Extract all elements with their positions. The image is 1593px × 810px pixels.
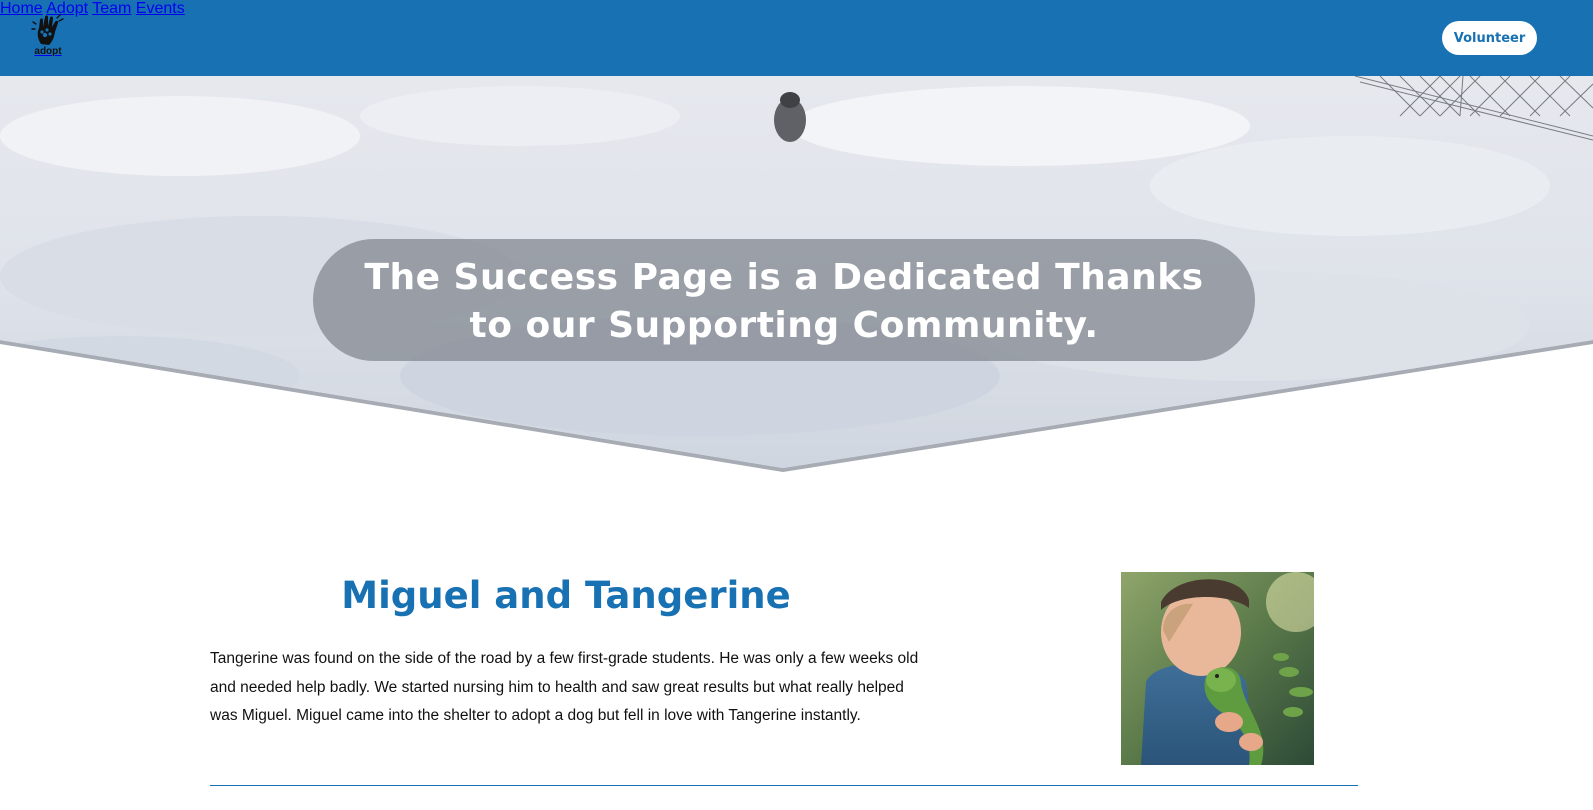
- logo-text: adopt: [34, 46, 62, 57]
- nav-team[interactable]: Team: [92, 0, 131, 17]
- hero-title-line-2: to our Supporting Community.: [469, 305, 1099, 346]
- hand-paw-logo-icon: [31, 14, 64, 45]
- volunteer-button[interactable]: Volunteer: [1442, 21, 1537, 55]
- hero-banner: The Success Page is a Dedicated Thanks t…: [0, 76, 1593, 476]
- story-body: Tangerine was found on the side of the r…: [210, 650, 919, 724]
- nav-events[interactable]: Events: [136, 0, 185, 17]
- story-photo: [1121, 572, 1314, 765]
- hero-title: The Success Page is a Dedicated Thanks t…: [313, 254, 1255, 350]
- main-nav: Home Adopt Team Events: [0, 0, 1593, 18]
- site-logo[interactable]: adopt: [28, 14, 68, 60]
- section-divider: [210, 785, 1358, 786]
- top-navigation-bar: adopt Home Adopt Team Events Volunteer: [0, 0, 1593, 76]
- story-title: Miguel and Tangerine: [341, 574, 791, 617]
- hero-title-line-1: The Success Page is a Dedicated Thanks: [364, 257, 1204, 298]
